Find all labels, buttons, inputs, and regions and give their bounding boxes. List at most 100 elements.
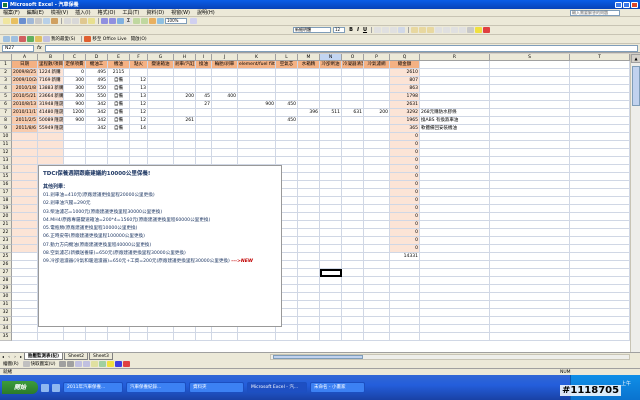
row-header[interactable]: 13: [0, 157, 12, 165]
value-cell[interactable]: [148, 85, 174, 93]
value-cell[interactable]: 900: [238, 101, 276, 109]
value-cell[interactable]: [174, 101, 196, 109]
cell[interactable]: [390, 261, 420, 269]
cell[interactable]: [298, 269, 320, 277]
help-search-input[interactable]: 輸入需要解答的問題: [570, 9, 620, 16]
permission-icon[interactable]: [27, 18, 34, 24]
cell[interactable]: [420, 165, 490, 173]
hyperlink-icon[interactable]: [117, 18, 124, 24]
row-header[interactable]: 29: [0, 285, 12, 293]
cell[interactable]: [420, 261, 490, 269]
value-cell[interactable]: 342: [86, 101, 108, 109]
cell[interactable]: [490, 101, 570, 109]
date-cell[interactable]: 2011/2/5: [12, 117, 38, 125]
cell[interactable]: [570, 133, 630, 141]
value-cell[interactable]: [298, 85, 320, 93]
cell[interactable]: [108, 149, 130, 157]
value-cell[interactable]: [148, 125, 174, 133]
row-header[interactable]: 1: [0, 61, 12, 69]
cell[interactable]: [390, 325, 420, 333]
row-header[interactable]: 23: [0, 237, 12, 245]
cell[interactable]: [298, 325, 320, 333]
cell[interactable]: [420, 269, 490, 277]
percent-icon[interactable]: [419, 27, 426, 33]
cell[interactable]: [490, 93, 570, 101]
start-button[interactable]: 開始: [2, 381, 38, 394]
cell[interactable]: [298, 157, 320, 165]
row-header[interactable]: 32: [0, 309, 12, 317]
row-header[interactable]: 21: [0, 221, 12, 229]
row-header[interactable]: 34: [0, 325, 12, 333]
taskbar-item[interactable]: 資料夾: [189, 382, 244, 393]
vertical-scrollbar[interactable]: ▲: [630, 54, 640, 352]
cell[interactable]: [420, 333, 490, 341]
row-header[interactable]: 3: [0, 77, 12, 85]
cell[interactable]: [212, 133, 238, 141]
menu-tools[interactable]: 工具(T): [122, 9, 139, 16]
font-select[interactable]: 新細明體: [293, 27, 331, 33]
column-title-cell[interactable]: 冷凝器清潔: [342, 61, 364, 69]
cell[interactable]: [364, 133, 390, 141]
value-cell[interactable]: [298, 101, 320, 109]
row-header[interactable]: 25: [0, 253, 12, 261]
value-cell[interactable]: [298, 77, 320, 85]
cell[interactable]: [196, 141, 212, 149]
cell[interactable]: [490, 237, 570, 245]
cell[interactable]: [174, 141, 196, 149]
cell[interactable]: [490, 125, 570, 133]
value-cell[interactable]: [196, 125, 212, 133]
date-cell[interactable]: [12, 165, 38, 173]
row-header[interactable]: 11: [0, 141, 12, 149]
cell[interactable]: [570, 333, 630, 341]
value-cell[interactable]: 自備: [108, 85, 130, 93]
value-cell[interactable]: [320, 101, 342, 109]
date-cell[interactable]: 2009/8/25: [12, 69, 38, 77]
value-cell[interactable]: 631: [342, 109, 364, 117]
open-icon[interactable]: [11, 18, 18, 24]
value-cell[interactable]: 12: [130, 109, 148, 117]
cell[interactable]: [420, 277, 490, 285]
date-cell[interactable]: [12, 189, 38, 197]
cell[interactable]: [490, 141, 570, 149]
cell[interactable]: [490, 317, 570, 325]
value-cell[interactable]: 342: [86, 117, 108, 125]
date-cell[interactable]: 2011/8/6: [12, 125, 38, 133]
menu-help[interactable]: 說明(H): [197, 9, 215, 16]
cell[interactable]: [320, 221, 342, 229]
value-cell[interactable]: 300: [64, 77, 86, 85]
row-header[interactable]: 4: [0, 85, 12, 93]
cell[interactable]: [490, 301, 570, 309]
quicklaunch-ie-icon[interactable]: [41, 383, 49, 392]
cell[interactable]: [420, 229, 490, 237]
date-cell[interactable]: 2009/10/24: [12, 77, 38, 85]
align-left-icon[interactable]: [374, 27, 381, 33]
value-cell[interactable]: [148, 109, 174, 117]
cell[interactable]: [148, 149, 174, 157]
cell[interactable]: [570, 205, 630, 213]
cell[interactable]: [570, 245, 630, 253]
column-header-p[interactable]: P: [364, 54, 390, 61]
rectangle-icon[interactable]: [75, 361, 83, 367]
cell[interactable]: [342, 269, 364, 277]
cut-icon[interactable]: [64, 18, 71, 24]
cell[interactable]: [364, 245, 390, 253]
value-cell[interactable]: [276, 125, 298, 133]
cell[interactable]: [420, 189, 490, 197]
spelling-icon[interactable]: [51, 18, 58, 24]
menu-data[interactable]: 資料(D): [146, 9, 164, 16]
value-cell[interactable]: [364, 125, 390, 133]
cell[interactable]: [420, 237, 490, 245]
maintenance-note-box[interactable]: TDCi保養週期跟廠建議約10000公里保養! 其他列舉： 01.剎車油=410…: [38, 165, 282, 327]
cell[interactable]: [298, 141, 320, 149]
value-cell[interactable]: [342, 101, 364, 109]
cell[interactable]: [364, 149, 390, 157]
cell[interactable]: [490, 173, 570, 181]
value-cell[interactable]: 450: [276, 101, 298, 109]
cell[interactable]: [148, 157, 174, 165]
date-cell[interactable]: [12, 181, 38, 189]
cell[interactable]: [86, 157, 108, 165]
column-header-e[interactable]: E: [108, 54, 130, 61]
cell[interactable]: [342, 189, 364, 197]
cell[interactable]: [320, 237, 342, 245]
cell[interactable]: [420, 221, 490, 229]
